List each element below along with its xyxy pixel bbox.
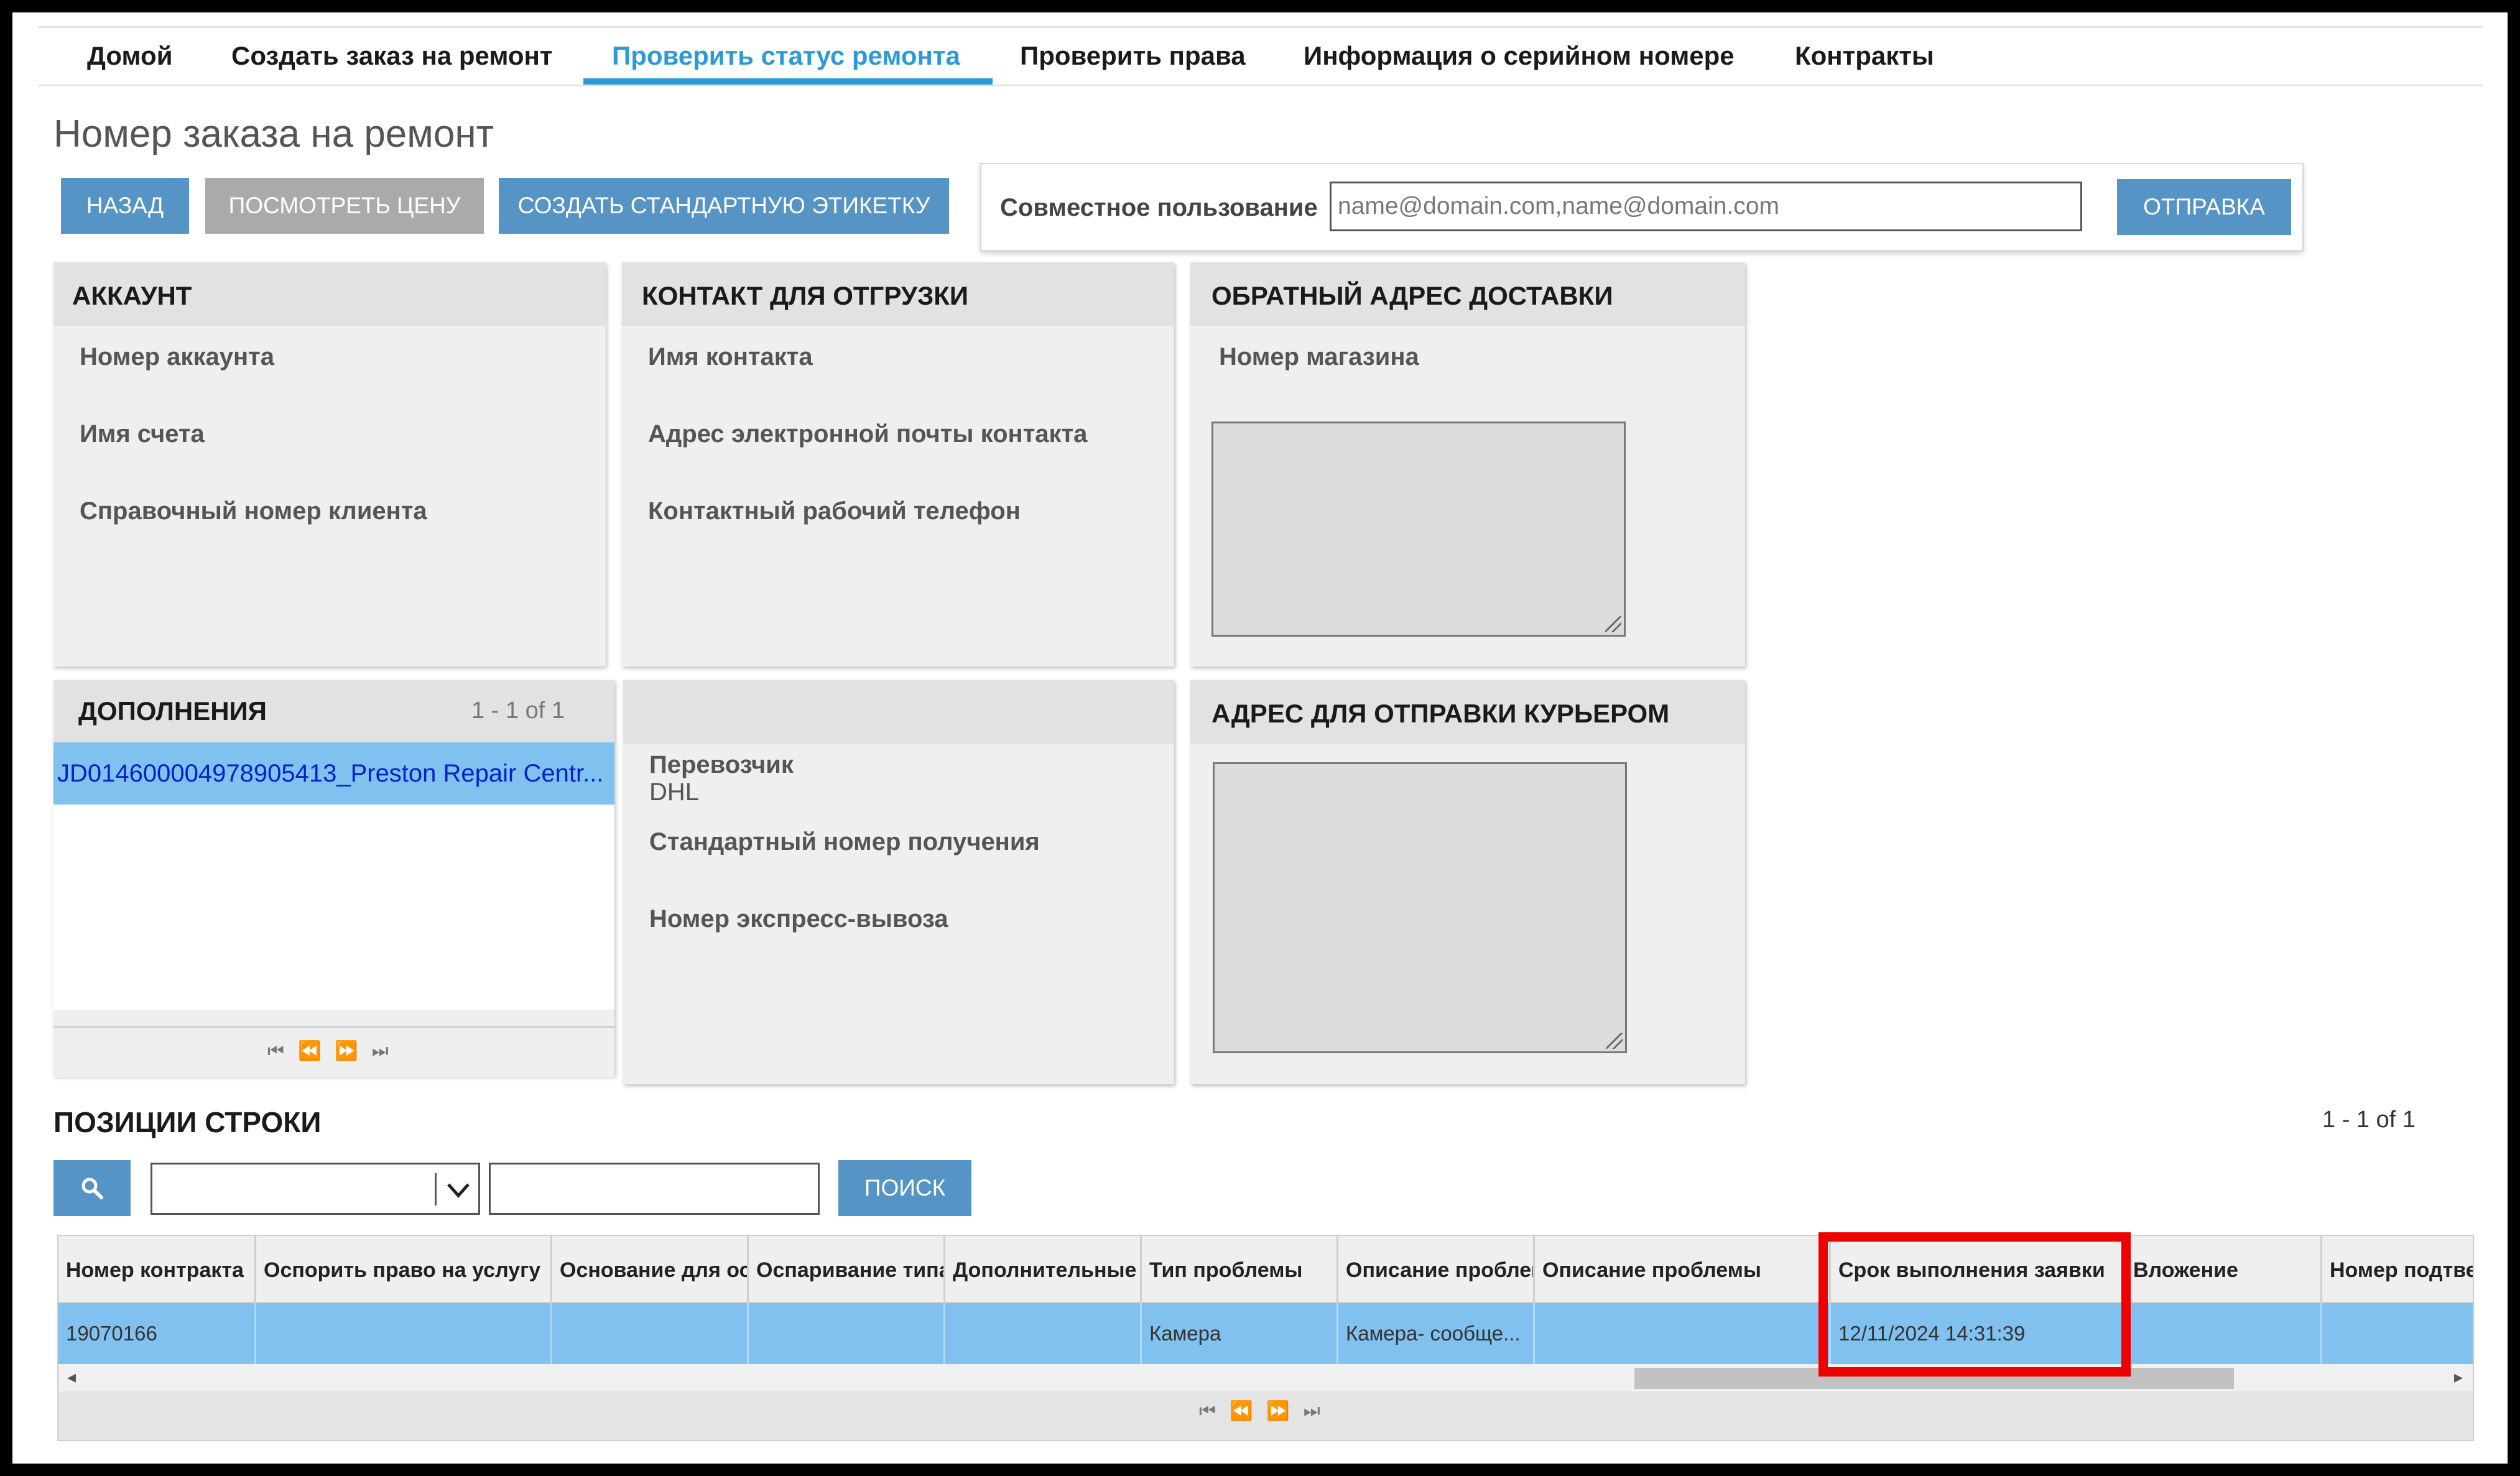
cell-contract-number: 19070166 (58, 1303, 256, 1364)
attachments-card: ДОПОЛНЕНИЯ 1 - 1 of 1 JD0146000049789054… (53, 680, 614, 1077)
share-label: Совместное пользование (1000, 194, 1318, 221)
contact-work-phone-label: Контактный рабочий телефон (648, 497, 1021, 525)
cell-problem-type: Камера (1142, 1303, 1338, 1364)
highlight-box (1818, 1232, 2131, 1377)
column-header-dispute-entitlement[interactable]: Оспорить право на услугу (256, 1236, 552, 1302)
account-card-header: АККАУНТ (53, 262, 606, 326)
shipping-contact-title: КОНТАКТ ДЛЯ ОТГРУЗКИ (642, 281, 969, 310)
carrier-value: DHL (649, 778, 700, 806)
line-items-title: ПОЗИЦИИ СТРОКИ (53, 1106, 322, 1138)
account-title: АККАУНТ (72, 281, 192, 310)
cell-dispute-reason (552, 1303, 749, 1364)
account-name-label: Имя счета (80, 420, 205, 448)
column-header-problem-type[interactable]: Тип проблемы (1142, 1236, 1338, 1302)
grid-pager-controls-icon[interactable]: ⏮⏪⏩⏭ (1199, 1400, 1334, 1422)
nav-home[interactable]: Домой (87, 41, 173, 71)
search-icon (81, 1178, 103, 1199)
attachment-link[interactable]: JD014600004978905413_Preston Repair Cent… (57, 760, 603, 788)
account-number-label: Номер аккаунта (80, 343, 274, 371)
nav-bottom-border (39, 85, 2483, 86)
column-header-problem-description[interactable]: Описание проблемы (1338, 1236, 1535, 1302)
chevron-down-icon (447, 1183, 470, 1198)
page-title: Номер заказа на ремонт (53, 113, 494, 155)
nav-contracts[interactable]: Контракты (1795, 41, 1934, 71)
cell-additional-info (945, 1303, 1142, 1364)
cell-attachment (2126, 1303, 2322, 1364)
select-separator (435, 1173, 437, 1206)
search-icon-button[interactable] (53, 1160, 131, 1216)
standard-tracking-label: Стандартный номер получения (649, 828, 1040, 856)
return-address-textarea[interactable] (1211, 422, 1626, 637)
share-submit-button[interactable]: Отправка (2117, 179, 2291, 235)
cell-confirmation-number (2322, 1303, 2473, 1364)
column-header-dispute-type[interactable]: Оспаривание типа (749, 1236, 945, 1302)
attachments-pager: ⏮⏪⏩⏭ (53, 1026, 614, 1077)
column-header-attachment[interactable]: Вложение (2126, 1236, 2322, 1302)
column-header-confirmation-number[interactable]: Номер подтверждения (2322, 1236, 2473, 1302)
carrier-card: Перевозчик DHL Стандартный номер получен… (623, 680, 1174, 1084)
contact-email-label: Адрес электронной почты контакта (648, 420, 1088, 448)
account-card: АККАУНТ Номер аккаунта Имя счета Справоч… (53, 262, 606, 667)
attachments-list: JD014600004978905413_Preston Repair Cent… (53, 742, 614, 1010)
resize-grip-icon[interactable] (1605, 616, 1621, 632)
attachments-count: 1 - 1 of 1 (471, 698, 565, 724)
nav-top-border (39, 26, 2483, 28)
nav-check-entitlement[interactable]: Проверить права (1020, 41, 1246, 71)
courier-address-card: АДРЕС ДЛЯ ОТПРАВКИ КУРЬЕРОМ (1190, 680, 1745, 1084)
column-header-contract-number[interactable]: Номер контракта (58, 1236, 256, 1302)
store-number-label: Номер магазина (1219, 343, 1419, 371)
attachments-title: ДОПОЛНЕНИЯ (78, 696, 267, 726)
contact-name-label: Имя контакта (648, 343, 813, 371)
attachments-header: ДОПОЛНЕНИЯ 1 - 1 of 1 (53, 680, 614, 742)
cell-problem-description-2 (1535, 1303, 1831, 1364)
search-field-select[interactable] (151, 1163, 480, 1215)
nav-create-repair-order[interactable]: Создать заказ на ремонт (231, 41, 552, 71)
attachment-row[interactable]: JD014600004978905413_Preston Repair Cent… (53, 742, 614, 805)
search-button[interactable]: Поиск (838, 1160, 971, 1216)
resize-grip-icon[interactable] (1606, 1033, 1623, 1049)
cell-dispute-entitlement (256, 1303, 552, 1364)
cell-problem-description: Камера- сообще... (1338, 1303, 1535, 1364)
nav-serial-number-info[interactable]: Информация о серийном номере (1304, 41, 1735, 71)
scroll-right-icon[interactable]: ▸ (2454, 1367, 2463, 1387)
search-text-input[interactable] (489, 1163, 820, 1215)
courier-address-header: АДРЕС ДЛЯ ОТПРАВКИ КУРЬЕРОМ (1190, 680, 1745, 744)
cell-dispute-type (749, 1303, 945, 1364)
nav-active-indicator (583, 78, 993, 85)
view-price-button[interactable]: Посмотреть цену (205, 178, 484, 234)
express-pickup-label: Номер экспресс-вывоза (649, 905, 948, 933)
column-header-problem-description-2[interactable]: Описание проблемы (1535, 1236, 1831, 1302)
shipping-contact-card: КОНТАКТ ДЛЯ ОТГРУЗКИ Имя контакта Адрес … (622, 262, 1174, 667)
carrier-label: Перевозчик (649, 751, 794, 778)
courier-address-title: АДРЕС ДЛЯ ОТПРАВКИ КУРЬЕРОМ (1211, 699, 1670, 728)
column-header-additional-info[interactable]: Дополнительные сведения (945, 1236, 1142, 1302)
nav-check-repair-status[interactable]: Проверить статус ремонта (612, 41, 960, 71)
return-address-title: ОБРАТНЫЙ АДРЕС ДОСТАВКИ (1211, 281, 1613, 310)
pager-controls-icon[interactable]: ⏮⏪⏩⏭ (267, 1040, 402, 1062)
column-header-dispute-reason[interactable]: Основание для оспаривания (552, 1236, 749, 1302)
return-address-card: ОБРАТНЫЙ АДРЕС ДОСТАВКИ Номер магазина (1190, 262, 1745, 667)
courier-address-textarea[interactable] (1213, 762, 1627, 1053)
customer-reference-label: Справочный номер клиента (80, 497, 427, 525)
carrier-card-header (623, 680, 1174, 744)
line-items-count: 1 - 1 of 1 (2322, 1107, 2416, 1133)
share-panel: Совместное пользование name@domain.com,n… (980, 163, 2304, 251)
scroll-left-icon[interactable]: ◂ (67, 1367, 76, 1387)
back-button[interactable]: Назад (61, 178, 189, 234)
shipping-contact-header: КОНТАКТ ДЛЯ ОТГРУЗКИ (622, 262, 1174, 326)
return-address-header: ОБРАТНЫЙ АДРЕС ДОСТАВКИ (1190, 262, 1745, 326)
create-standard-label-button[interactable]: Создать стандартную этикетку (499, 178, 949, 234)
share-email-input[interactable]: name@domain.com,name@domain.com (1330, 182, 2082, 231)
